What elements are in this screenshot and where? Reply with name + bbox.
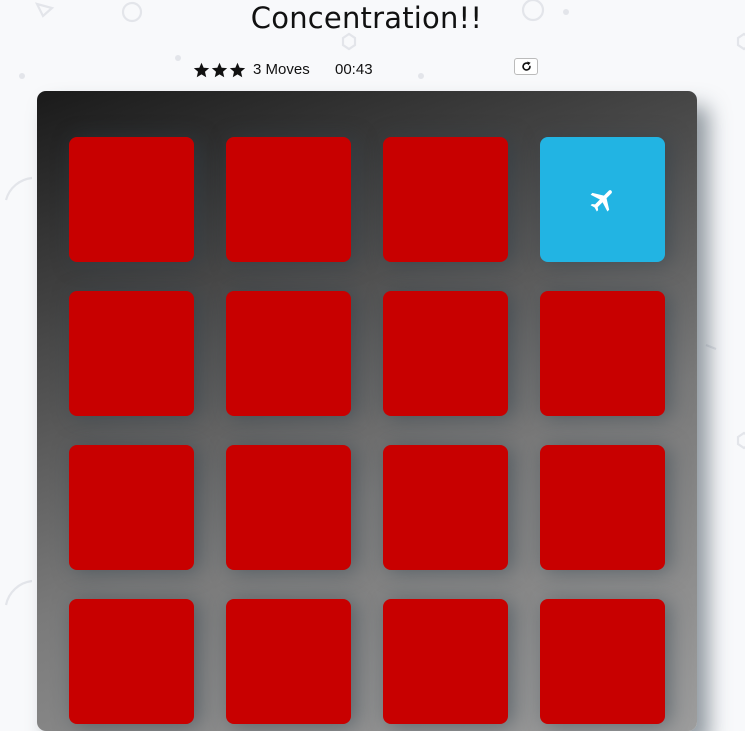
card[interactable] — [69, 445, 194, 570]
star-icon — [193, 62, 210, 78]
card[interactable] — [383, 599, 508, 724]
card[interactable] — [383, 291, 508, 416]
card[interactable] — [226, 137, 351, 262]
game-title: Concentration!! — [250, 1, 483, 35]
card[interactable] — [540, 599, 665, 724]
star-icon — [211, 62, 228, 78]
card[interactable] — [69, 599, 194, 724]
card[interactable] — [226, 599, 351, 724]
repeat-icon — [521, 61, 531, 71]
card[interactable] — [69, 137, 194, 262]
card[interactable] — [540, 291, 665, 416]
plane-icon — [588, 185, 618, 215]
score-panel: 3 Moves 00:43 — [193, 58, 543, 82]
card[interactable] — [226, 291, 351, 416]
star-rating — [193, 58, 247, 82]
star-icon — [229, 62, 246, 78]
card[interactable] — [226, 445, 351, 570]
card-deck — [37, 91, 697, 731]
card[interactable] — [383, 445, 508, 570]
timer: 00:43 — [335, 61, 373, 78]
card[interactable] — [540, 445, 665, 570]
card[interactable] — [69, 291, 194, 416]
moves-counter: 3 Moves — [253, 61, 310, 78]
card-open[interactable] — [540, 137, 665, 262]
restart-button[interactable] — [514, 58, 538, 75]
card[interactable] — [383, 137, 508, 262]
